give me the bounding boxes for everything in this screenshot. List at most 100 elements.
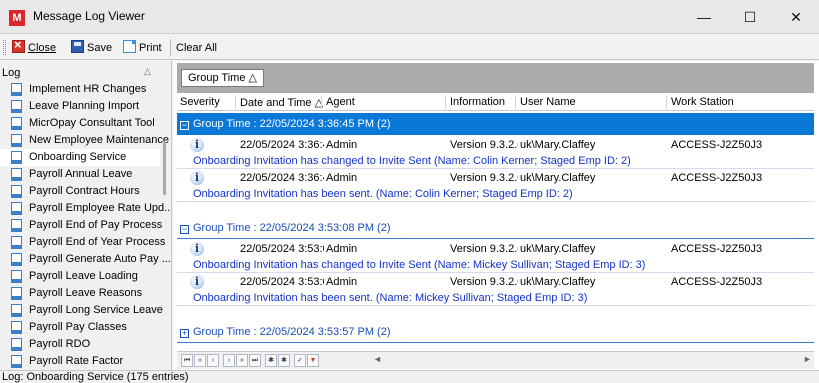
clear-all-label: Clear All — [176, 42, 217, 54]
sidebar-item[interactable]: Payroll Leave Reasons — [0, 285, 160, 302]
sidebar-item-label: Payroll End of Year Process — [29, 236, 166, 248]
sidebar-item[interactable]: Payroll End of Pay Process — [0, 217, 163, 234]
sidebar-item[interactable]: Payroll End of Year Process — [0, 234, 165, 251]
column-divider — [666, 95, 667, 109]
group-header-label: Group Time : 22/05/2024 3:53:57 PM (2) — [193, 326, 391, 338]
collapse-icon[interactable]: − — [180, 121, 189, 130]
sidebar-item[interactable]: MicrOpay Consultant Tool — [0, 115, 160, 132]
minimize-button[interactable]: — — [681, 0, 727, 34]
table-row[interactable]: i 22/05/2024 3:53:0Admin Version 9.3.2.0€u… — [177, 241, 814, 257]
table-row[interactable]: i 22/05/2024 3:53:0Admin Version 9.3.2.0€u… — [177, 274, 814, 290]
cell-user: uk\Mary.Claffey — [520, 139, 596, 151]
last-record-icon[interactable]: ⏭ — [249, 354, 261, 367]
maximize-button[interactable]: ☐ — [727, 0, 773, 34]
print-button-label: Print — [139, 42, 162, 54]
prev-page-icon[interactable]: « — [194, 354, 206, 367]
sidebar-item-label: Payroll Pay Classes — [29, 321, 127, 333]
cell-information: Version 9.3.2.0€ — [450, 172, 518, 184]
confirm-edit-icon[interactable]: ✓ — [294, 354, 306, 367]
clear-all-button[interactable]: Clear All — [176, 40, 217, 56]
cell-station: ACCESS-J2Z50J3 — [671, 139, 763, 151]
column-header-user-name[interactable]: User Name — [520, 96, 576, 108]
group-by-chip-group-time[interactable]: Group Time △ — [181, 69, 264, 87]
log-document-icon — [11, 185, 22, 198]
sidebar-item-label: MicrOpay Consultant Tool — [29, 117, 155, 129]
sidebar-item[interactable]: Payroll Generate Auto Pay ... — [0, 251, 171, 268]
sidebar-item[interactable]: Onboarding Service — [0, 149, 160, 166]
sidebar-scrollbar[interactable] — [163, 141, 166, 195]
table-row[interactable]: i 22/05/2024 3:36:4Admin Version 9.3.2.0€u… — [177, 170, 814, 186]
column-header-agent[interactable]: Agent — [326, 96, 355, 108]
group-by-panel: Group Time △ — [177, 63, 814, 93]
group-row[interactable]: − Group Time : 22/05/2024 3:36:45 PM (2) — [177, 113, 814, 135]
first-record-icon[interactable]: ⏮ — [181, 354, 193, 367]
table-row[interactable]: i 22/05/2024 3:36:4Admin Version 9.3.2.0€u… — [177, 137, 814, 153]
append-record-icon[interactable]: ✱ — [265, 354, 277, 367]
column-header-work-station[interactable]: Work Station — [671, 96, 734, 108]
expand-icon[interactable]: + — [180, 329, 189, 338]
hscroll-right-arrow-icon[interactable]: ► — [803, 354, 812, 364]
row-message-preview[interactable]: Onboarding Invitation has been sent. (Na… — [177, 186, 814, 202]
next-page-icon[interactable]: » — [236, 354, 248, 367]
sidebar-item[interactable]: Payroll Contract Hours — [0, 183, 160, 200]
sidebar-item[interactable]: Payroll Pay Classes — [0, 319, 160, 336]
sidebar-item[interactable]: Payroll Annual Leave — [0, 166, 160, 183]
toolbar-separator — [170, 39, 171, 56]
sidebar-item[interactable]: New Employee Maintenance — [0, 132, 169, 149]
column-header-row: Severity Date and Time △ Agent Informati… — [177, 93, 814, 111]
save-icon — [71, 40, 84, 53]
close-window-button[interactable]: ✕ — [773, 0, 819, 34]
log-document-icon — [11, 236, 22, 249]
sidebar-item[interactable]: Implement HR Changes — [0, 81, 160, 98]
log-list-header[interactable]: Log — [2, 67, 20, 79]
sidebar-item-label: Payroll Generate Auto Pay ... — [29, 253, 171, 265]
collapse-icon[interactable]: − — [180, 225, 189, 234]
column-header-information[interactable]: Information — [450, 96, 505, 108]
group-row[interactable]: + Group Time : 22/05/2024 3:53:57 PM (2) — [177, 321, 814, 343]
sidebar-item[interactable]: Payroll RDO — [0, 336, 160, 353]
sidebar-item-label: Payroll Leave Reasons — [29, 287, 143, 299]
log-document-icon — [11, 117, 22, 130]
filter-icon[interactable]: ▼ — [307, 354, 319, 367]
sidebar-item[interactable]: Payroll Employee Rate Upd... — [0, 200, 171, 217]
sidebar-item[interactable]: Payroll Leave Loading — [0, 268, 160, 285]
cell-user: uk\Mary.Claffey — [520, 243, 596, 255]
sidebar-item-label: Payroll Rate Factor — [29, 355, 124, 367]
toolbar-grip[interactable] — [3, 40, 6, 55]
hscroll-left-arrow-icon[interactable]: ◄ — [373, 354, 382, 364]
sidebar-item[interactable]: Payroll Long Service Leave — [0, 302, 163, 319]
cell-agent: Admin — [326, 276, 358, 288]
cell-date: 22/05/2024 3:53:0 — [240, 276, 324, 288]
group-row[interactable]: − Group Time : 22/05/2024 3:53:08 PM (2) — [177, 217, 814, 239]
row-message-preview[interactable]: Onboarding Invitation has changed to Inv… — [177, 153, 814, 169]
message-grid: Group Time △ Severity Date and Time △ Ag… — [173, 61, 819, 370]
sidebar-item-label: Leave Planning Import — [29, 100, 140, 112]
close-button-label: Close — [28, 42, 57, 54]
row-message-preview[interactable]: Onboarding Invitation has been sent. (Na… — [177, 290, 814, 306]
cell-user: uk\Mary.Claffey — [520, 276, 596, 288]
sidebar-item-label: New Employee Maintenance — [29, 134, 170, 146]
log-document-icon — [11, 304, 22, 317]
prev-record-icon[interactable]: ‹ — [207, 354, 219, 367]
log-document-icon — [11, 151, 22, 164]
next-record-icon[interactable]: › — [223, 354, 235, 367]
cell-date: 22/05/2024 3:53:0 — [240, 243, 324, 255]
save-button-label: Save — [87, 42, 113, 54]
record-navigator: ⏮ «‹ ›» ⏭ ✱ ✱ ✓ ▼ ◄ ► — [177, 351, 814, 369]
insert-record-icon[interactable]: ✱ — [278, 354, 290, 367]
info-severity-icon: i — [190, 138, 204, 152]
print-button[interactable]: Print — [123, 40, 162, 56]
column-divider — [235, 95, 236, 109]
sidebar-item[interactable]: Leave Planning Import — [0, 98, 160, 115]
close-button[interactable]: Close — [12, 37, 57, 56]
cell-information: Version 9.3.2.0€ — [450, 139, 518, 151]
column-header-severity[interactable]: Severity — [180, 96, 220, 108]
row-message-preview[interactable]: Onboarding Invitation has changed to Inv… — [177, 257, 814, 273]
sidebar-item-label: Payroll Employee Rate Upd... — [29, 202, 172, 214]
column-header-date-time[interactable]: Date and Time △ — [240, 96, 323, 109]
sidebar-item[interactable]: Payroll Rate Factor — [0, 353, 160, 370]
save-button[interactable]: Save — [71, 40, 112, 56]
sidebar-item-label: Payroll End of Pay Process — [29, 219, 163, 231]
sidebar-item-label: Payroll RDO — [29, 338, 91, 350]
group-header-label: Group Time : 22/05/2024 3:53:08 PM (2) — [193, 222, 391, 234]
